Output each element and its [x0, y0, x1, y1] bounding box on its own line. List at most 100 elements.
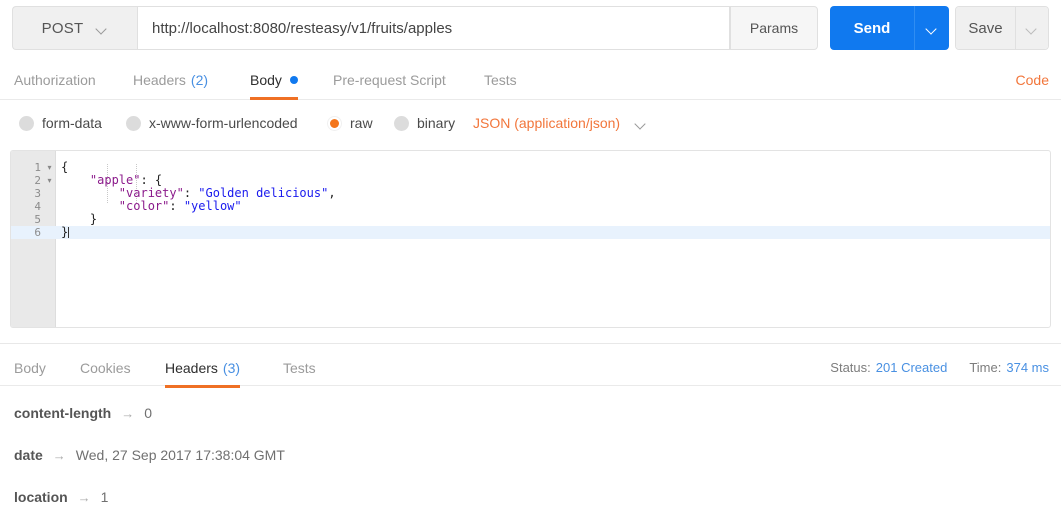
unsaved-dot-icon [289, 76, 298, 84]
save-button[interactable]: Save [956, 7, 1015, 49]
tab-body[interactable]: Body [250, 60, 298, 100]
active-tab-underline [250, 97, 298, 100]
line-number: 5 [34, 213, 41, 226]
response-headers-list: content-length → 0 date → Wed, 27 Sep 2017 17… [0, 392, 1061, 518]
code-token: : [169, 199, 184, 213]
radio-icon [126, 115, 141, 131]
tab-label: Authorization [14, 72, 96, 88]
tab-count: (3) [222, 360, 241, 376]
editor-line[interactable]: 5 } [11, 213, 1050, 227]
arrow-icon: → [121, 405, 135, 421]
response-tab-headers[interactable]: Headers (3) [165, 348, 241, 388]
editor-line[interactable]: 1 ▾ { [11, 160, 1050, 175]
tab-count: (2) [190, 72, 209, 88]
code-token: , [328, 186, 336, 200]
active-line-highlight [11, 226, 1050, 239]
active-tab-underline [165, 385, 241, 388]
response-header-value: 1 [100, 489, 109, 505]
response-header-key: content-length [14, 405, 112, 421]
fold-arrow-icon[interactable]: ▾ [45, 161, 54, 174]
response-header-value: 0 [144, 405, 153, 421]
tab-label: Body [250, 72, 282, 88]
code-token: "Golden delicious" [198, 186, 329, 200]
url-input-value: http://localhost:8080/resteasy/v1/fruits… [152, 19, 453, 37]
tab-label: Tests [283, 360, 316, 376]
code-token: "color" [118, 199, 170, 213]
pane-divider[interactable] [0, 343, 1061, 344]
time-label: Time: [969, 359, 1002, 375]
status-value: 201 Created [875, 359, 948, 375]
url-input[interactable]: http://localhost:8080/resteasy/v1/fruits… [137, 6, 730, 50]
code-token: } [61, 225, 69, 239]
code-token: : [183, 186, 199, 200]
response-header-key: location [14, 489, 68, 505]
status-badge: Status: 201 Created [830, 360, 947, 375]
chevron-down-icon [1027, 25, 1038, 32]
editor-line[interactable]: 6} [11, 225, 1050, 239]
body-type-binary[interactable]: binary [394, 104, 455, 142]
tab-label: Cookies [80, 360, 131, 376]
params-button[interactable]: Params [730, 6, 818, 50]
editor-line[interactable]: 4 "color": "yellow" [11, 199, 1050, 214]
arrow-icon: → [77, 489, 91, 505]
content-type-label: JSON (application/json) [473, 115, 621, 131]
tab-label: Headers [165, 360, 218, 376]
radio-icon [19, 115, 34, 131]
code-link[interactable]: Code [1016, 60, 1049, 100]
body-type-label: raw [350, 115, 373, 131]
tab-authorization[interactable]: Authorization [14, 60, 96, 100]
save-button-label: Save [968, 19, 1003, 37]
response-tab-cookies[interactable]: Cookies [80, 348, 131, 388]
line-number: 1 [34, 161, 41, 174]
body-type-row: form-data x-www-form-urlencoded raw bina… [0, 104, 1061, 142]
body-type-label: form-data [42, 115, 102, 131]
tab-pre-request-script[interactable]: Pre-request Script [333, 60, 446, 100]
line-number: 3 [34, 187, 41, 200]
tab-label: Body [14, 360, 46, 376]
response-tab-body[interactable]: Body [14, 348, 46, 388]
code-token: "apple" [89, 173, 141, 187]
text-cursor [68, 227, 70, 238]
save-dropdown-button[interactable] [1015, 7, 1048, 49]
tab-headers[interactable]: Headers (2) [133, 60, 208, 100]
editor-line-list: 1 ▾ {2 ▾ "apple": {3 "variety": "Golden del… [11, 160, 1050, 239]
response-header-row: content-length → 0 [0, 392, 1061, 434]
time-badge: Time: 374 ms [969, 360, 1049, 375]
http-method-label: POST [41, 19, 84, 37]
send-dropdown-button[interactable] [914, 6, 949, 50]
code-link-label: Code [1015, 72, 1049, 88]
body-type-raw[interactable]: raw [327, 104, 373, 142]
code-token: "yellow" [183, 199, 242, 213]
send-button[interactable]: Send [830, 6, 914, 50]
request-body-editor[interactable]: 1 ▾ {2 ▾ "apple": {3 "variety": "Golden del… [10, 150, 1051, 328]
line-number: 2 [34, 174, 41, 187]
body-type-x-www-form-urlencoded[interactable]: x-www-form-urlencoded [126, 104, 298, 142]
body-type-form-data[interactable]: form-data [19, 104, 102, 142]
postman-request-response-pane: POST http://localhost:8080/resteasy/v1/f… [0, 0, 1061, 528]
chevron-down-icon [636, 120, 647, 127]
response-tab-tests[interactable]: Tests [283, 348, 316, 388]
tab-label: Headers [133, 72, 186, 88]
save-button-group: Save [955, 6, 1049, 50]
tab-tests[interactable]: Tests [484, 60, 517, 100]
response-header-key: date [14, 447, 43, 463]
chevron-down-icon [97, 25, 108, 32]
radio-icon [394, 115, 409, 131]
arrow-icon: → [52, 447, 66, 463]
body-type-label: binary [417, 115, 456, 131]
response-header-value: Wed, 27 Sep 2017 17:38:04 GMT [75, 447, 285, 463]
http-method-select[interactable]: POST [12, 6, 137, 50]
content-type-select[interactable]: JSON (application/json) [473, 104, 647, 142]
response-header-row: location → 1 [0, 476, 1061, 518]
params-button-label: Params [749, 20, 799, 36]
response-header-row: date → Wed, 27 Sep 2017 17:38:04 GMT [0, 434, 1061, 476]
time-value: 374 ms [1006, 359, 1049, 375]
radio-selected-icon [327, 115, 342, 131]
code-token: { [61, 160, 69, 174]
url-bar: POST http://localhost:8080/resteasy/v1/f… [0, 0, 1061, 56]
tab-label: Tests [484, 72, 517, 88]
send-button-label: Send [853, 19, 891, 37]
fold-arrow-icon[interactable]: ▾ [45, 174, 54, 187]
chevron-down-icon [927, 25, 938, 32]
